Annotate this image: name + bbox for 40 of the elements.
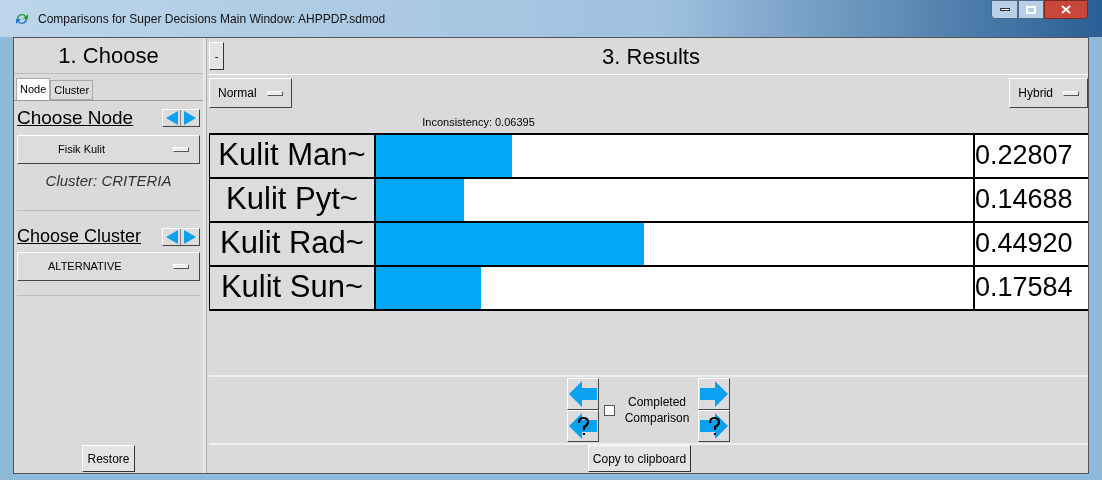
- node-name-cell: Kulit Sun~: [209, 266, 376, 309]
- results-heading: 3. Results: [601, 42, 701, 71]
- left-arrow-button[interactable]: [567, 378, 599, 410]
- completed-label: Completed Comparison: [623, 394, 691, 426]
- indicator-icon: [1063, 90, 1079, 96]
- cluster-note: Cluster: CRITERIA: [44, 170, 173, 191]
- prev-next-icon[interactable]: [162, 109, 200, 128]
- prev-next-icon[interactable]: [162, 227, 200, 246]
- collapse-button[interactable]: -: [209, 42, 224, 70]
- node-name-cell: Kulit Pyt~: [209, 178, 376, 221]
- indicator-icon: [266, 90, 283, 96]
- priority-value-cell: 0.44920: [975, 222, 1088, 265]
- choose-node-label: Choose Node: [17, 106, 134, 130]
- priority-value-cell: 0.17584: [975, 266, 1088, 309]
- minimize-button[interactable]: [991, 0, 1018, 19]
- maximize-button[interactable]: [1018, 0, 1044, 19]
- cluster-dropdown[interactable]: ALTERNATIVE: [17, 252, 200, 281]
- indicator-icon: [173, 264, 189, 269]
- help-left-arrow-button[interactable]: [567, 410, 599, 442]
- priority-value-cell: 0.14688: [975, 178, 1088, 221]
- tab[interactable]: Cluster: [50, 80, 94, 100]
- window-title: Comparisons for Super Decisions Main Window: AHPPDP.sdmod: [38, 10, 386, 28]
- copy-to-clipboard-button[interactable]: Copy to clipboard: [587, 445, 692, 472]
- choose-cluster-label: Choose Cluster: [17, 225, 142, 248]
- priority-value-cell: 0.22807: [975, 134, 1088, 177]
- completed-checkbox[interactable]: [604, 404, 615, 416]
- close-button[interactable]: [1044, 0, 1088, 19]
- tab[interactable]: Node: [16, 78, 51, 100]
- inconsistency-text: Inconsistency: 0.06395: [421, 115, 536, 130]
- method-dropdown[interactable]: Hybrid: [1009, 78, 1088, 108]
- close-icon: [1061, 5, 1071, 14]
- node-dropdown[interactable]: Fisik Kulit: [17, 134, 200, 164]
- mode-dropdown[interactable]: Normal: [209, 78, 292, 108]
- node-name-cell: Kulit Rad~: [209, 222, 376, 265]
- right-arrow-button[interactable]: [698, 378, 730, 410]
- node-name-cell: Kulit Man~: [209, 134, 376, 177]
- restore-button[interactable]: Restore: [82, 445, 135, 472]
- help-right-arrow-button[interactable]: [698, 410, 730, 442]
- indicator-icon: [173, 146, 189, 152]
- choose-heading: 1. Choose: [14, 38, 203, 74]
